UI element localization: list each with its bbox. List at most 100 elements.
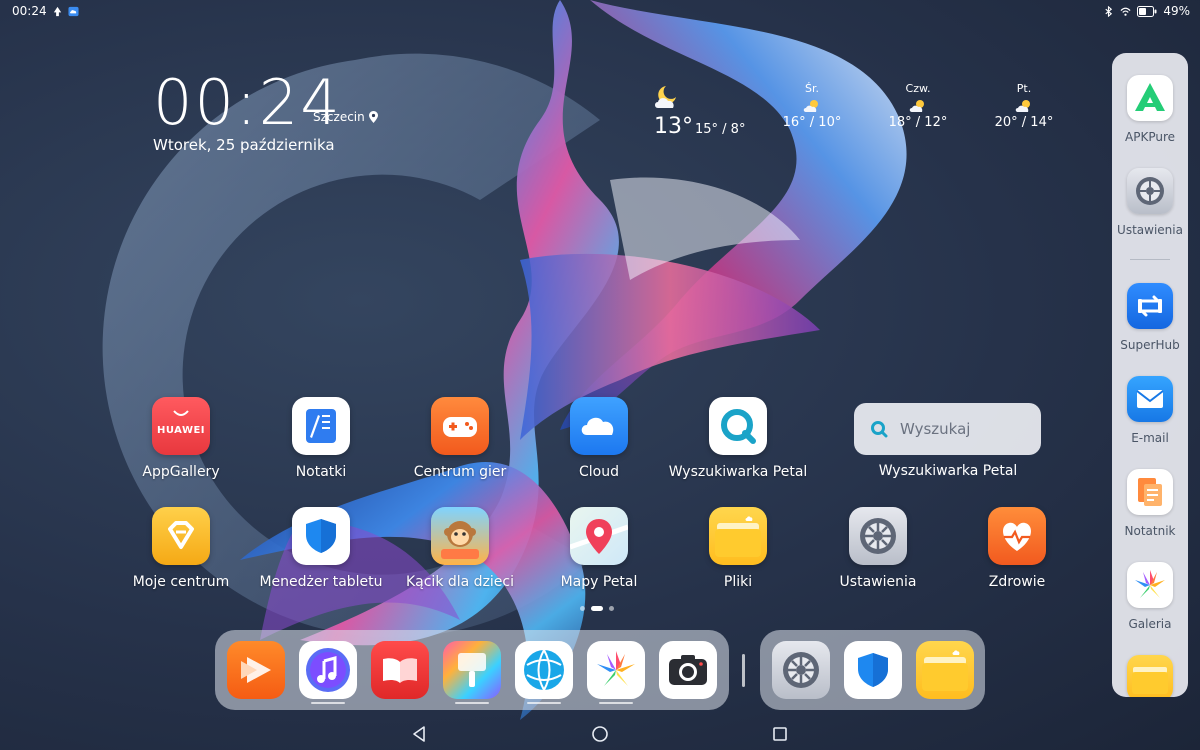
settings-gear-icon: [1127, 168, 1173, 214]
clock-city: Szczecin: [313, 110, 378, 124]
video-icon[interactable]: [227, 641, 285, 699]
gallery-icon: [1127, 562, 1173, 608]
partly-cloudy-icon: [909, 100, 924, 112]
side-app-ustawienia[interactable]: Ustawienia: [1112, 168, 1188, 237]
weather-day-1: Śr. 16° / 10°: [772, 82, 852, 130]
side-app-apkpure[interactable]: APKPure: [1112, 75, 1188, 144]
side-app-label: Notatnik: [1124, 524, 1176, 538]
page-dot[interactable]: [609, 606, 614, 611]
notepad-icon: [1127, 469, 1173, 515]
battery-percent: 49%: [1163, 4, 1190, 18]
app-appgallery[interactable]: HUAWEI AppGallery: [111, 397, 251, 480]
shield-icon: [292, 507, 350, 565]
side-panel-divider: [1130, 259, 1170, 260]
weather-day-range: 18° / 12°: [888, 115, 948, 130]
music-icon[interactable]: [299, 641, 357, 699]
side-app-label: Galeria: [1128, 617, 1172, 631]
search-placeholder: Wyszukaj: [900, 420, 971, 438]
page-dot[interactable]: [580, 606, 585, 611]
weather-day-3: Pt. 20° / 14°: [984, 82, 1064, 130]
cloud-icon: [68, 6, 79, 16]
search-widget-label: Wyszukiwarka Petal: [878, 463, 1018, 479]
app-label: Ustawienia: [839, 574, 917, 590]
weather-today-temp: 13°: [654, 114, 693, 139]
shield-icon[interactable]: [844, 641, 902, 699]
app-zdrowie[interactable]: Zdrowie: [947, 507, 1087, 590]
weather-day-2: Czw. 18° / 12°: [878, 82, 958, 130]
kids-corner-icon: [431, 507, 489, 565]
app-label: Cloud: [579, 464, 619, 480]
cloud-app-icon: [570, 397, 628, 455]
clock-date: Wtorek, 25 października: [153, 136, 335, 154]
email-icon: [1127, 376, 1173, 422]
app-label: Zdrowie: [988, 574, 1046, 590]
side-app-email[interactable]: E-mail: [1112, 376, 1188, 445]
settings-gear-icon[interactable]: [772, 641, 830, 699]
running-indicator: [455, 702, 489, 704]
dock-recent-apps: [760, 630, 985, 710]
app-menedzer-tabletu[interactable]: Menedżer tabletu: [251, 507, 391, 590]
app-cloud[interactable]: Cloud: [529, 397, 669, 480]
themes-icon[interactable]: [443, 641, 501, 699]
weather-day-range: 20° / 14°: [994, 115, 1054, 130]
folder-icon[interactable]: [916, 641, 974, 699]
page-dot-active[interactable]: [591, 606, 603, 611]
side-app-notatnik[interactable]: Notatnik: [1112, 469, 1188, 538]
weather-day-name: Śr.: [805, 82, 819, 95]
app-label: Pliki: [723, 574, 753, 590]
bluetooth-icon: [1105, 5, 1113, 17]
weather-day-range: 16° / 10°: [782, 115, 842, 130]
app-centrum-gier[interactable]: Centrum gier: [390, 397, 530, 480]
battery-icon: [1137, 5, 1157, 17]
dock: [215, 630, 729, 710]
apkpure-icon: [1127, 75, 1173, 121]
notes-icon: [292, 397, 350, 455]
recents-icon[interactable]: [770, 724, 790, 744]
app-label: Mapy Petal: [560, 574, 638, 590]
camera-icon[interactable]: [659, 641, 717, 699]
app-mapy-petal[interactable]: Mapy Petal: [529, 507, 669, 590]
appgallery-icon: HUAWEI: [152, 397, 210, 455]
app-moje-centrum[interactable]: Moje centrum: [111, 507, 251, 590]
app-kacik-dla-dzieci[interactable]: Kącik dla dzieci: [390, 507, 530, 590]
folder-icon: [709, 507, 767, 565]
clock-time: 00:24: [153, 66, 342, 139]
weather-widget[interactable]: 13° 15° / 8° Śr. 16° / 10° Czw. 18° / 12…: [640, 80, 1060, 150]
page-indicator: [580, 606, 614, 611]
petal-search-icon: [709, 397, 767, 455]
app-ustawienia[interactable]: Ustawienia: [808, 507, 948, 590]
search-widget[interactable]: Wyszukaj: [854, 403, 1041, 455]
petal-search-icon: [871, 421, 888, 438]
partly-cloudy-icon: [803, 100, 818, 112]
running-indicator: [599, 702, 633, 704]
gamepad-icon: [431, 397, 489, 455]
location-pin-icon: [368, 111, 378, 123]
side-app-galeria[interactable]: Galeria: [1112, 562, 1188, 631]
clock-widget[interactable]: 00:24 Szczecin Wtorek, 25 października: [153, 66, 378, 154]
side-app-superhub[interactable]: SuperHub: [1112, 283, 1188, 352]
city-label: Szczecin: [313, 110, 365, 124]
moon-cloud-icon: [655, 86, 676, 108]
wifi-icon: [1120, 7, 1131, 16]
app-label: AppGallery: [142, 464, 220, 480]
app-notatki[interactable]: Notatki: [251, 397, 391, 480]
app-label: Wyszukiwarka Petal: [668, 464, 808, 480]
back-icon[interactable]: [410, 724, 430, 744]
weather-day-name: Czw.: [905, 82, 931, 95]
app-label: Centrum gier: [413, 464, 507, 480]
app-wyszukiwarka-petal[interactable]: Wyszukiwarka Petal: [668, 397, 808, 480]
diamond-icon: [152, 507, 210, 565]
gallery-icon[interactable]: [587, 641, 645, 699]
side-app-pliki[interactable]: [1112, 655, 1188, 697]
weather-day-name: Pt.: [1016, 82, 1032, 95]
app-pliki[interactable]: Pliki: [668, 507, 808, 590]
running-indicator: [527, 702, 561, 704]
app-label: Menedżer tabletu: [259, 574, 383, 590]
side-app-label: SuperHub: [1120, 338, 1180, 352]
browser-icon[interactable]: [515, 641, 573, 699]
books-icon[interactable]: [371, 641, 429, 699]
app-label: Notatki: [295, 464, 347, 480]
home-icon[interactable]: [590, 724, 610, 744]
weather-today-range: 15° / 8°: [695, 122, 746, 137]
appgallery-badge-text: HUAWEI: [156, 425, 206, 436]
